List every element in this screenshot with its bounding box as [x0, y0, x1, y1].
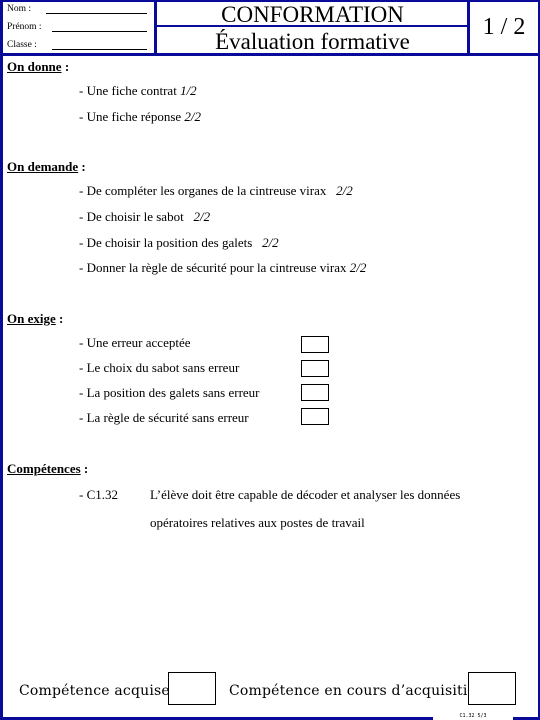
class-line[interactable]	[52, 49, 147, 50]
criterion-checkbox[interactable]	[301, 384, 329, 401]
item-ref: 2/2	[262, 235, 279, 250]
firstname-label: Prénom :	[7, 22, 42, 32]
criterion-checkbox[interactable]	[301, 360, 329, 377]
list-item: - De compléter les organes de la cintreu…	[79, 183, 353, 199]
document-title: CONFORMATION	[221, 2, 404, 27]
on-demande-heading: On demande :	[7, 159, 86, 175]
item-text: - La règle de sécurité sans erreur	[79, 410, 249, 425]
item-ref: 1/2	[180, 83, 197, 98]
list-item: - Le choix du sabot sans erreur	[79, 360, 239, 376]
competences-colon: :	[80, 461, 89, 476]
on-demande-title: On demande	[7, 159, 79, 174]
list-item: - La règle de sécurité sans erreur	[79, 410, 249, 426]
item-text: - De choisir le sabot	[79, 209, 194, 224]
item-text: - Le choix du sabot sans erreur	[79, 360, 240, 375]
competences-title: Compétences	[7, 461, 81, 476]
item-text: - Une erreur acceptée	[79, 335, 191, 350]
item-ref: 2/2	[336, 183, 353, 198]
frame-border-left	[0, 0, 3, 720]
page-number: 1 / 2	[482, 14, 526, 40]
competence-in-progress-label: Compétence en cours d’acquisition	[229, 683, 486, 699]
item-text: - Une fiche réponse	[79, 109, 185, 124]
list-item: - Une fiche réponse 2/2	[79, 109, 201, 125]
item-text: - Donner la règle de sécurité pour la ci…	[79, 260, 350, 275]
criterion-checkbox[interactable]	[301, 336, 329, 353]
list-item: - Une fiche contrat 1/2	[79, 83, 197, 99]
on-donne-colon: :	[61, 59, 70, 74]
competence-description-line2: opératoires relatives aux postes de trav…	[150, 515, 365, 530]
list-item: - Donner la règle de sécurité pour la ci…	[79, 260, 366, 276]
item-ref: 2/2	[184, 109, 202, 124]
on-exige-heading: On exige :	[7, 311, 63, 327]
competence-code: - C1.32	[79, 487, 118, 502]
on-exige-title: On exige	[7, 311, 56, 326]
identity-block: Nom : Prénom : Classe :	[4, 2, 154, 54]
firstname-field[interactable]: Prénom :	[7, 22, 42, 32]
on-donne-title: On donne	[7, 59, 62, 74]
on-donne-heading: On donne :	[7, 59, 69, 75]
item-text: - Une fiche contrat	[79, 83, 181, 98]
competence-in-progress-checkbox[interactable]	[468, 672, 516, 705]
name-label: Nom :	[7, 4, 32, 14]
document-subtitle: Évaluation formative	[215, 29, 410, 54]
name-line[interactable]	[46, 13, 147, 14]
name-field[interactable]: Nom :	[7, 4, 31, 14]
list-item: - Une erreur acceptée	[79, 335, 191, 351]
competence-acquired-label: Compétence acquise	[19, 683, 170, 699]
on-exige-colon: :	[55, 311, 64, 326]
item-ref: 2/2	[193, 209, 211, 224]
list-item: - De choisir le sabot 2/2	[79, 209, 210, 225]
item-ref: 2/2	[349, 260, 367, 275]
class-field[interactable]: Classe :	[7, 40, 37, 50]
footer-reference: C1.32 5/3	[433, 712, 513, 720]
list-item: - La position des galets sans erreur	[79, 385, 260, 401]
criterion-checkbox[interactable]	[301, 408, 329, 425]
item-text: - De compléter les organes de la cintreu…	[79, 183, 337, 198]
firstname-line[interactable]	[52, 31, 147, 32]
competence-acquired-checkbox[interactable]	[168, 672, 216, 705]
competence-description-line1: L’élève doit être capable de décoder et …	[150, 487, 461, 502]
on-demande-colon: :	[78, 159, 86, 174]
item-text: - De choisir la position des galets	[79, 235, 263, 250]
class-label: Classe :	[7, 40, 37, 50]
item-text: - La position des galets sans erreur	[79, 385, 260, 400]
list-item: - De choisir la position des galets 2/2	[79, 235, 279, 251]
competences-heading: Compétences :	[7, 461, 88, 477]
